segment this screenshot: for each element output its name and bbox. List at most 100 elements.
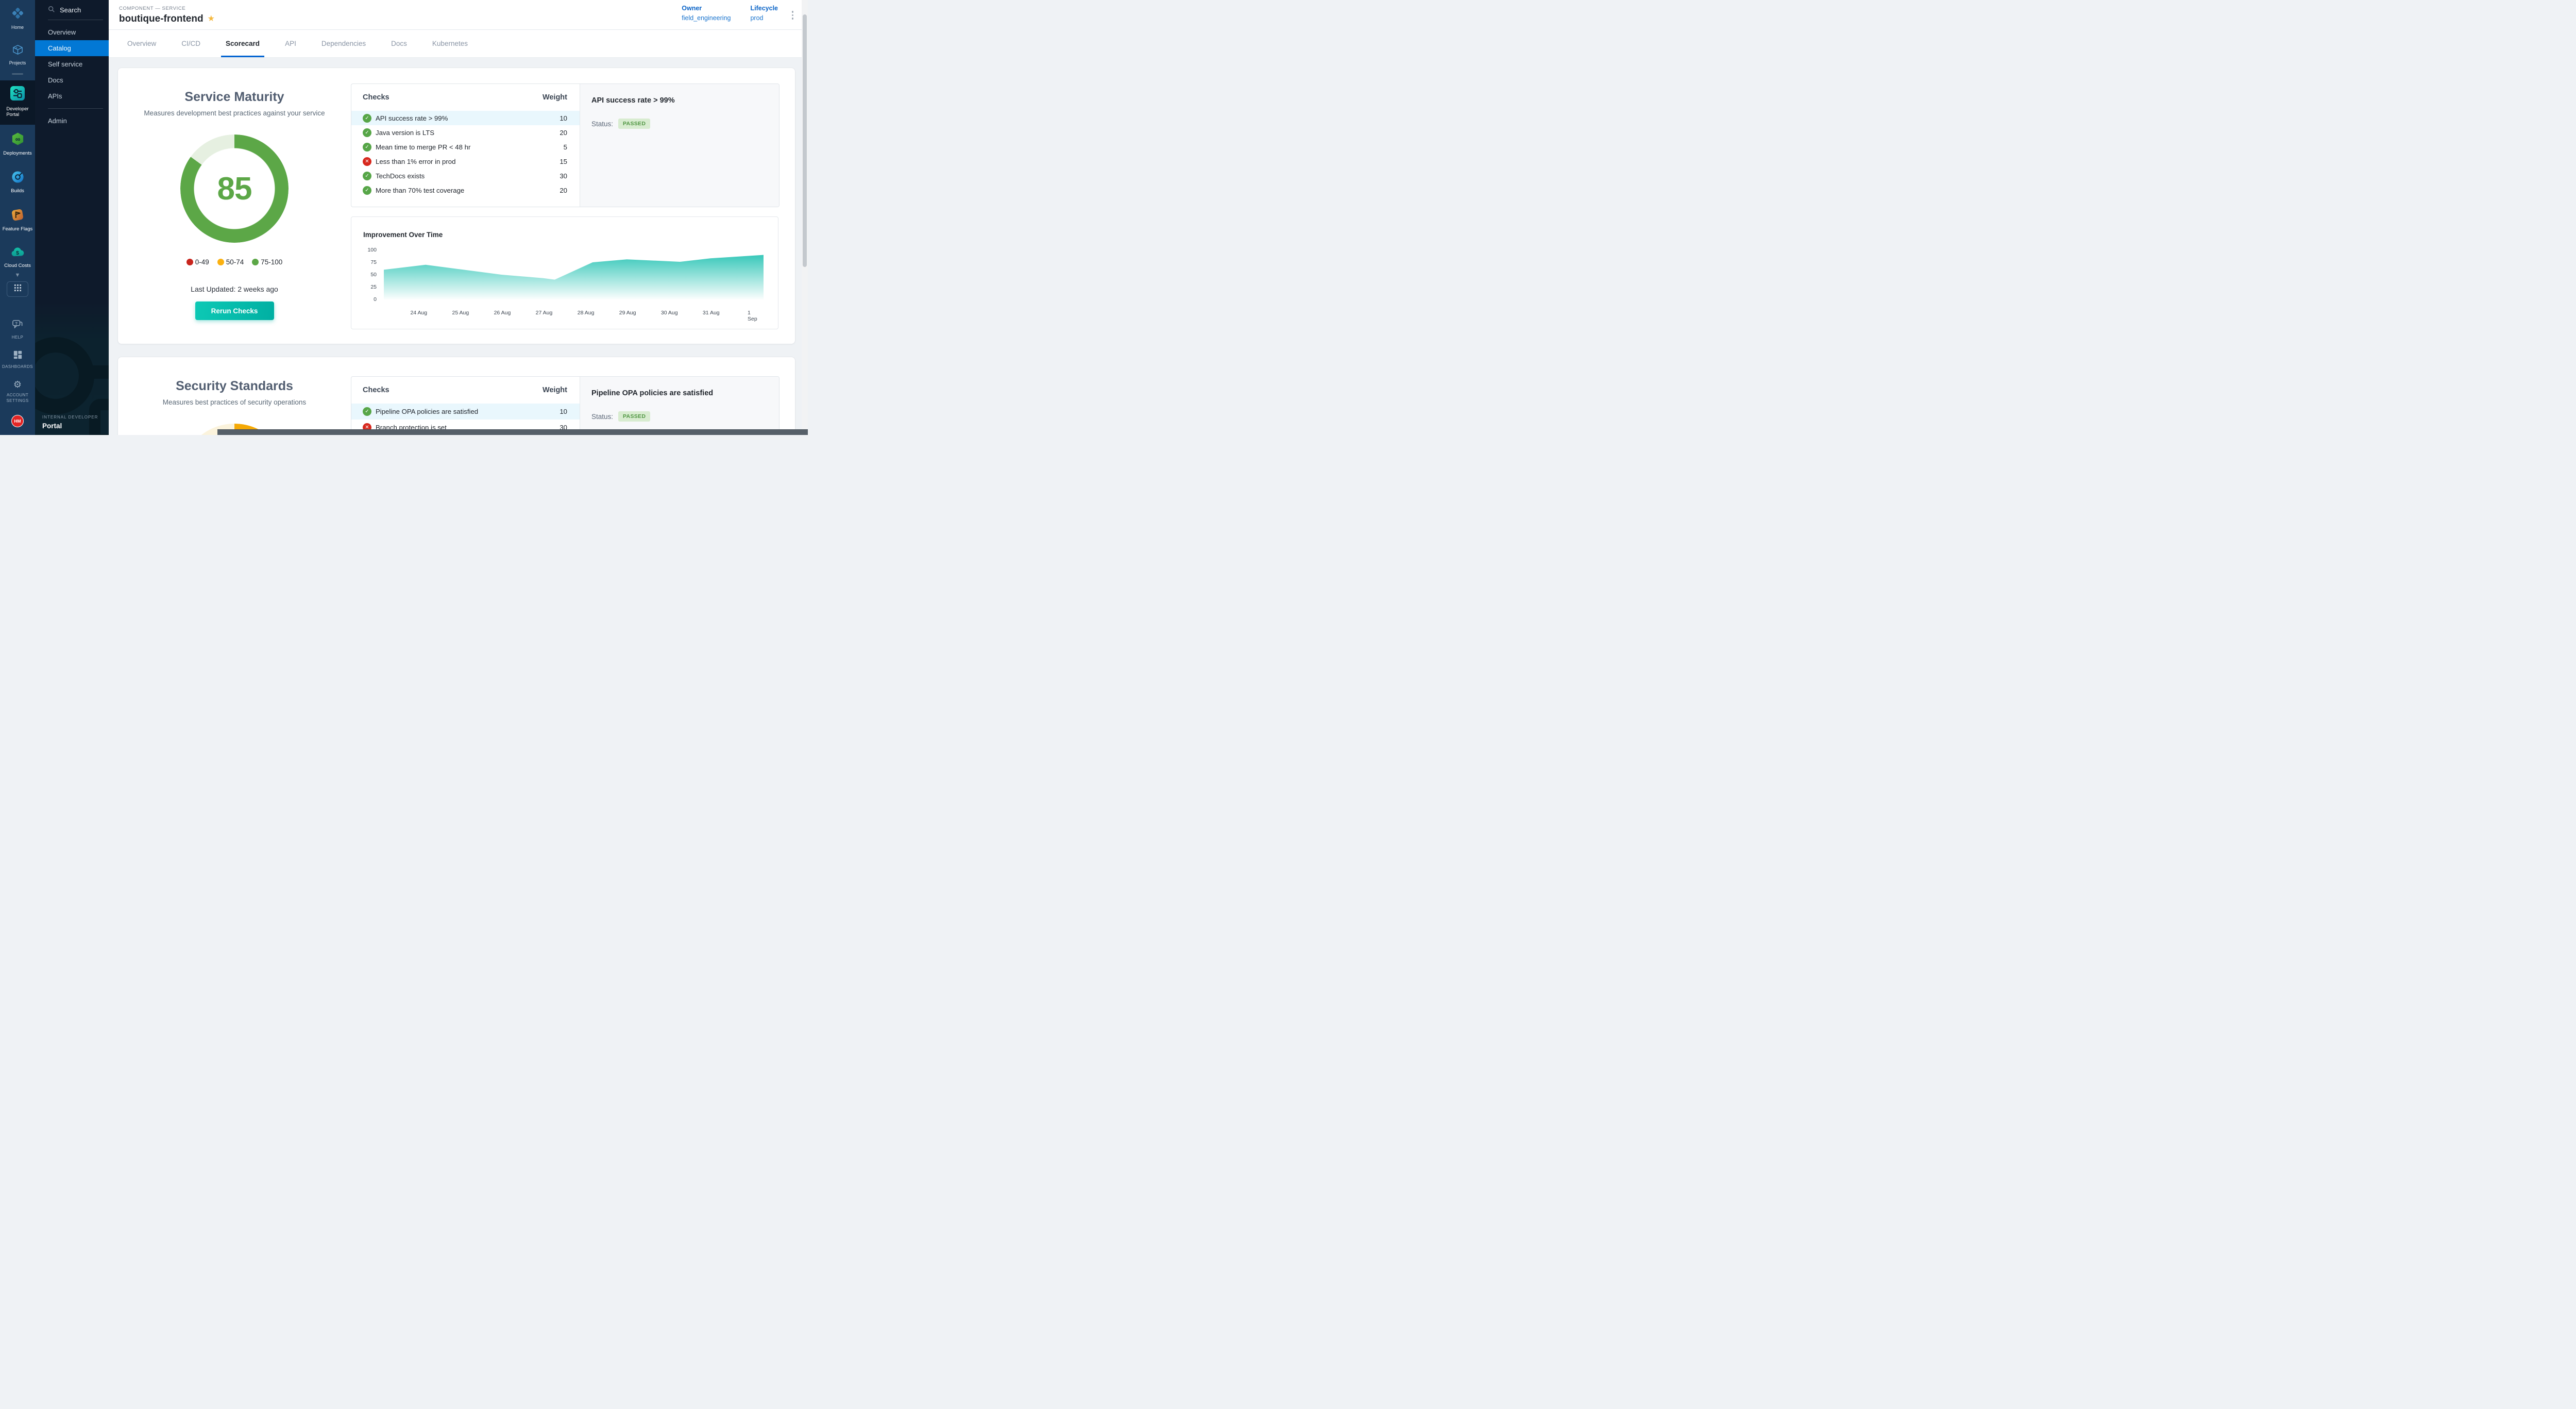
status-badge: PASSED: [618, 119, 650, 129]
checks-table: Checks Weight ✓ API success rate > 99% 1…: [351, 84, 580, 207]
check-row[interactable]: ✓ Mean time to merge PR < 48 hr 5: [351, 140, 580, 154]
status-label: Status:: [591, 120, 613, 128]
horizontal-scrollbar[interactable]: [217, 429, 808, 435]
check-passed-icon: ✓: [363, 114, 371, 123]
x-axis-tick: 26 Aug: [494, 310, 511, 316]
check-passed-icon: ✓: [363, 407, 371, 416]
tab-docs[interactable]: Docs: [391, 30, 407, 57]
rail-item-dashboards[interactable]: DASHBOARDS: [0, 350, 35, 370]
cloud-icon: $: [10, 246, 25, 261]
check-detail-panel: Pipeline OPA policies are satisfied Stat…: [580, 377, 779, 435]
x-axis-tick: 29 Aug: [619, 310, 636, 316]
rail-item-builds[interactable]: Builds: [0, 171, 35, 194]
tab-overview[interactable]: Overview: [127, 30, 156, 57]
rail-item-feature-flags[interactable]: Feature Flags: [0, 208, 35, 232]
check-passed-icon: ✓: [363, 143, 371, 152]
search-icon: [48, 6, 55, 14]
meta-owner: Owner field_engineering: [682, 5, 731, 22]
dashboards-icon: [13, 350, 22, 362]
tab-ci-cd[interactable]: CI/CD: [181, 30, 200, 57]
footer-title: Portal: [42, 422, 62, 430]
kebab-menu-icon[interactable]: [790, 9, 796, 22]
check-row[interactable]: ✕ Less than 1% error in prod 15: [351, 154, 580, 169]
checks-panel: Checks Weight ✓ API success rate > 99% 1…: [351, 83, 779, 207]
svg-text:?: ?: [15, 321, 18, 326]
legend-dot: [217, 259, 224, 265]
x-axis-tick: 25 Aug: [452, 310, 469, 316]
rail-divider: [12, 73, 23, 75]
check-row[interactable]: ✓ TechDocs exists 30: [351, 169, 580, 183]
tab-scorecard[interactable]: Scorecard: [226, 30, 260, 57]
rail-item-deployments[interactable]: ∞ Deployments: [0, 132, 35, 156]
projects-icon: [12, 44, 24, 58]
tab-dependencies[interactable]: Dependencies: [321, 30, 366, 57]
legend-item: 75-100: [252, 258, 282, 266]
y-axis-tick: 50: [356, 272, 377, 278]
decorative-bar: [87, 365, 109, 379]
check-row[interactable]: ✓ Java version is LTS 20: [351, 125, 580, 140]
tab-kubernetes[interactable]: Kubernetes: [432, 30, 468, 57]
rail-bottom-section: ? HELP DASHBOARDS ⚙ ACCOUNT SETTINGS: [0, 320, 35, 404]
sidebar-item-overview[interactable]: Overview: [35, 24, 109, 40]
chart-title: Improvement Over Time: [363, 231, 443, 239]
rail-item-home[interactable]: Home: [0, 6, 35, 30]
rail-item-label: Developer Portal: [6, 106, 28, 118]
rerun-checks-button[interactable]: Rerun Checks: [195, 301, 274, 320]
sidebar: Search Overview Catalog Self service Doc…: [35, 0, 109, 435]
breadcrumb: COMPONENT — SERVICE: [119, 6, 185, 11]
checks-table: Checks Weight ✓ Pipeline OPA policies ar…: [351, 377, 580, 435]
x-axis-tick: 28 Aug: [578, 310, 595, 316]
tab-api[interactable]: API: [285, 30, 296, 57]
check-detail-title: API success rate > 99%: [591, 96, 768, 105]
scorecard-card-service-maturity: Service Maturity Measures development be…: [117, 68, 795, 344]
developer-portal-icon: [10, 86, 25, 103]
sidebar-item-catalog[interactable]: Catalog: [35, 40, 109, 56]
scorecard-card-security-standards: Security Standards Measures best practic…: [117, 357, 795, 435]
rail-item-help[interactable]: ? HELP: [0, 320, 35, 340]
chevron-down-icon[interactable]: ▼: [15, 273, 21, 278]
help-icon: ?: [12, 320, 23, 332]
rail-top-section: Home Projects: [0, 0, 35, 66]
sidebar-item-admin[interactable]: Admin: [35, 113, 109, 129]
score-gauge: 85: [180, 135, 289, 243]
sidebar-item-self-service[interactable]: Self service: [35, 56, 109, 72]
sidebar-item-apis[interactable]: APIs: [35, 88, 109, 104]
scorecard-subtitle: Measures best practices of security oper…: [118, 398, 351, 406]
score-legend: 0-49 50-74 75-100: [118, 258, 351, 266]
rail-item-developer-portal[interactable]: Developer Portal: [0, 80, 35, 125]
module-grid-button[interactable]: [7, 281, 28, 297]
legend-item: 0-49: [187, 258, 209, 266]
check-failed-icon: ✕: [363, 157, 371, 166]
check-passed-icon: ✓: [363, 128, 371, 137]
checks-panel: Checks Weight ✓ Pipeline OPA policies ar…: [351, 376, 779, 435]
home-icon: [11, 6, 25, 23]
search-placeholder: Search: [60, 6, 81, 14]
check-passed-icon: ✓: [363, 186, 371, 195]
last-updated: Last Updated: 2 weeks ago: [118, 285, 351, 293]
rail-modules-section: ∞ Deployments Builds Feature Flags $ Clo…: [0, 125, 35, 269]
sidebar-item-docs[interactable]: Docs: [35, 72, 109, 88]
scrollbar-thumb[interactable]: [803, 14, 807, 267]
gear-icon: ⚙: [13, 380, 22, 390]
check-row[interactable]: ✓ Pipeline OPA policies are satisfied 10: [351, 404, 580, 420]
sidebar-footer: INTERNAL DEVELOPER Portal: [35, 301, 109, 435]
meta-lifecycle: Lifecycle prod: [750, 5, 778, 22]
svg-text:∞: ∞: [15, 135, 20, 143]
check-passed-icon: ✓: [363, 172, 371, 180]
avatar[interactable]: HM: [11, 415, 24, 427]
divider: [48, 108, 103, 109]
area-series: [384, 250, 764, 299]
builds-icon: [11, 171, 24, 186]
check-detail-title: Pipeline OPA policies are satisfied: [591, 389, 768, 397]
check-row[interactable]: ✓ API success rate > 99% 10: [351, 111, 580, 125]
check-row[interactable]: ✓ More than 70% test coverage 20: [351, 183, 580, 197]
page-title: boutique-frontend: [119, 13, 204, 25]
status-badge: PASSED: [618, 411, 650, 422]
rail-item-projects[interactable]: Projects: [0, 44, 35, 66]
vertical-scrollbar[interactable]: [802, 0, 808, 429]
search-input[interactable]: Search: [35, 0, 109, 20]
rail-item-cloud-costs[interactable]: $ Cloud Costs: [0, 246, 35, 269]
favorite-star-icon[interactable]: ★: [208, 15, 215, 23]
x-axis-tick: 1 Sep: [748, 310, 758, 322]
rail-item-account-settings[interactable]: ⚙ ACCOUNT SETTINGS: [0, 380, 35, 404]
